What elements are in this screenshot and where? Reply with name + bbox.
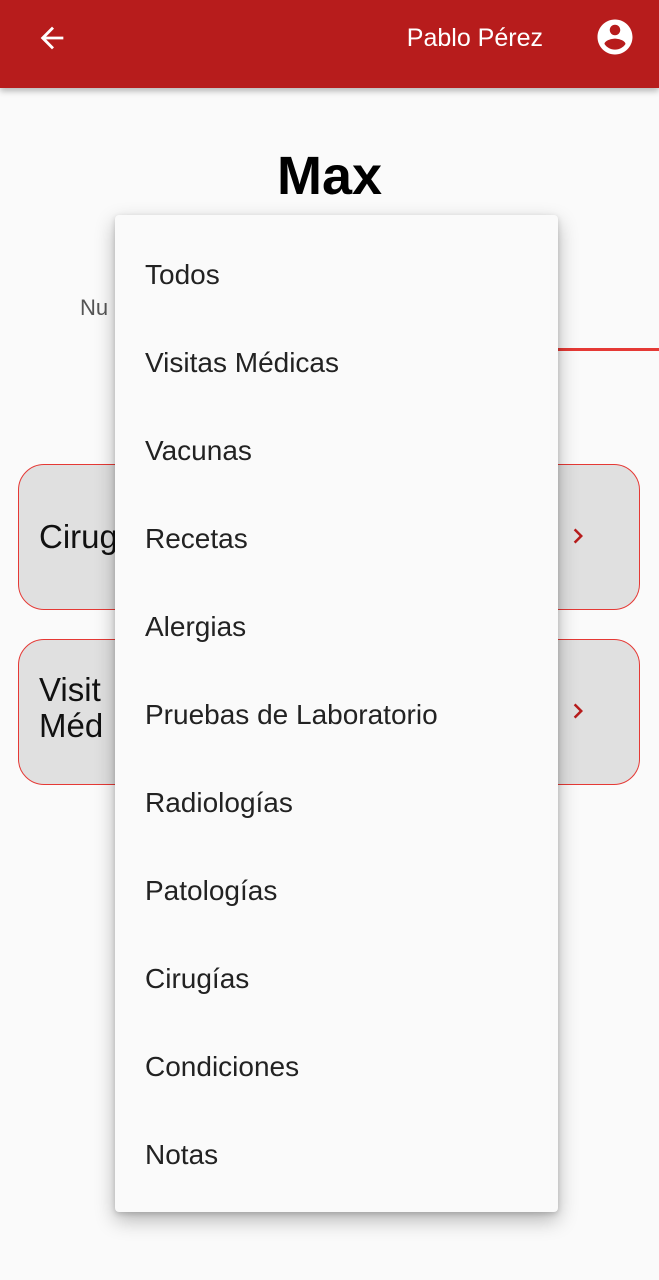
menu-item-notas[interactable]: Notas [115,1111,558,1199]
menu-item-patologias[interactable]: Patologías [115,847,558,935]
tab-left-label[interactable]: Nu [80,294,108,322]
menu-item-pruebas-laboratorio[interactable]: Pruebas de Laboratorio [115,671,558,759]
menu-item-recetas[interactable]: Recetas [115,495,558,583]
menu-item-cirugias[interactable]: Cirugías [115,935,558,1023]
menu-item-visitas-medicas[interactable]: Visitas Médicas [115,319,558,407]
app-bar: Pablo Pérez [0,0,659,88]
filter-dropdown-menu: Todos Visitas Médicas Vacunas Recetas Al… [115,215,558,1212]
menu-item-radiologias[interactable]: Radiologías [115,759,558,847]
account-button[interactable] [590,12,640,62]
menu-item-alergias[interactable]: Alergias [115,583,558,671]
user-name[interactable]: Pablo Pérez [407,22,543,54]
menu-item-todos[interactable]: Todos [115,231,558,319]
menu-item-vacunas[interactable]: Vacunas [115,407,558,495]
account-circle-icon [597,19,633,55]
menu-item-condiciones[interactable]: Condiciones [115,1023,558,1111]
back-button[interactable] [28,14,76,62]
chevron-right-icon [563,696,593,726]
chevron-right-icon [563,521,593,551]
page-title: Max [276,146,383,206]
arrow-left-icon [40,26,64,50]
